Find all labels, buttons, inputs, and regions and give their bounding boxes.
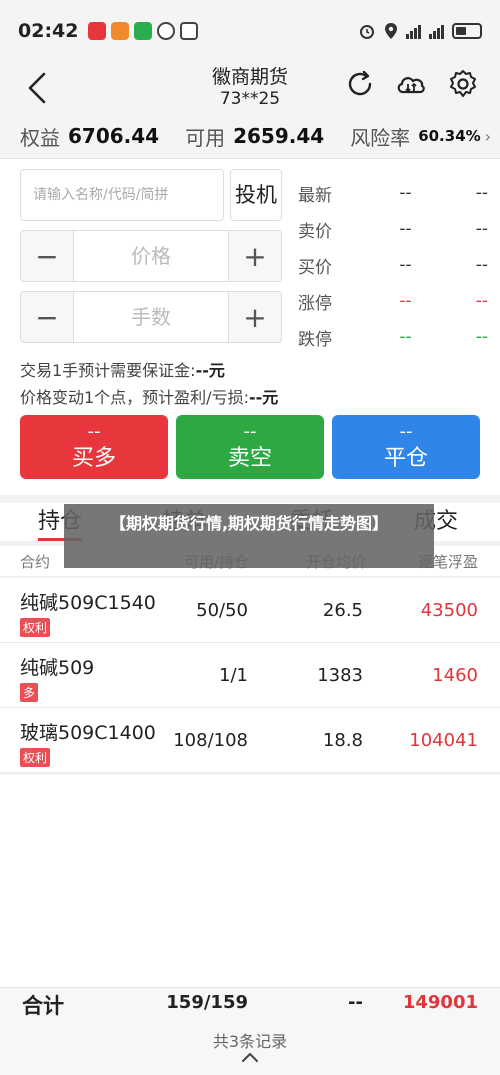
position-tag: 权利 xyxy=(20,618,51,637)
nfc-icon xyxy=(180,22,199,40)
app-header: 徽商期货 73**25 xyxy=(0,62,500,114)
floating-pl: 43500 xyxy=(420,600,478,621)
contract-name: 玻璃509C1400 xyxy=(20,722,156,744)
cloud-sync-icon[interactable] xyxy=(395,68,427,100)
chevron-up-icon[interactable] xyxy=(240,1050,260,1064)
price-stepper: − 价格 + xyxy=(20,230,282,282)
app-icon xyxy=(157,22,176,40)
battery-icon xyxy=(452,23,482,39)
signal-icon xyxy=(429,23,444,39)
table-row[interactable]: 玻璃509C1400 权利 108/108 18.8 104041 xyxy=(0,708,500,773)
quantity-input[interactable]: 手数 xyxy=(73,292,229,342)
buy-long-button[interactable]: -- 买多 xyxy=(20,415,168,479)
status-time: 02:42 xyxy=(18,20,79,42)
position-qty: 50/50 xyxy=(196,600,248,621)
signal-icon xyxy=(406,23,421,39)
order-panel: 请输入名称/代码/简拼 投机 − 价格 + − 手数 + 最新 -- -- 卖价… xyxy=(0,159,500,495)
floating-pl: 104041 xyxy=(409,730,478,751)
equity-value: 6706.44 xyxy=(68,124,160,148)
chevron-right-icon[interactable]: › xyxy=(485,127,491,146)
price-plus-button[interactable]: + xyxy=(229,231,281,281)
totals-footer: 合计 159/159 -- 149001 共3条记录 xyxy=(0,987,500,1075)
price-input[interactable]: 价格 xyxy=(73,231,229,281)
app-icon-orange xyxy=(111,22,130,40)
app-icon-red xyxy=(88,22,107,40)
speculation-mode-button[interactable]: 投机 xyxy=(230,169,282,221)
pnl-value: --元 xyxy=(248,388,279,407)
price-minus-button[interactable]: − xyxy=(21,231,73,281)
close-position-button[interactable]: -- 平仓 xyxy=(332,415,480,479)
available-label: 可用 xyxy=(185,125,226,150)
risk-label: 风险率 xyxy=(350,125,411,150)
qty-minus-button[interactable]: − xyxy=(21,292,73,342)
position-tag: 权利 xyxy=(20,748,51,767)
contract-name: 纯碱509C1540 xyxy=(20,592,156,614)
overlay-banner: 【期权期货行情,期权期货行情走势图】 xyxy=(64,504,434,568)
alarm-icon xyxy=(360,25,374,39)
open-price: 18.8 xyxy=(322,730,363,751)
contract-search-input[interactable]: 请输入名称/代码/简拼 xyxy=(20,169,224,221)
open-price: 26.5 xyxy=(322,600,363,621)
status-bar: 02:42 xyxy=(0,0,500,62)
total-qty: 159/159 xyxy=(166,992,248,1013)
quote-row: 卖价 -- -- xyxy=(298,219,488,242)
available-value: 2659.44 xyxy=(233,124,325,148)
contract-name: 纯碱509 xyxy=(20,657,95,679)
wechat-icon xyxy=(134,22,153,40)
open-price: 1383 xyxy=(317,665,363,686)
position-qty: 108/108 xyxy=(173,730,248,751)
pnl-info: 价格变动1个点，预计盈利/亏损:--元 xyxy=(20,388,279,407)
table-row[interactable]: 纯碱509C1540 权利 50/50 26.5 43500 xyxy=(0,578,500,643)
table-empty-area xyxy=(0,775,500,987)
risk-value[interactable]: 60.34% xyxy=(418,127,480,145)
account-summary: 权益 6706.44 可用 2659.44 风险率 60.34% › xyxy=(0,114,500,158)
settings-icon[interactable] xyxy=(447,68,479,100)
floating-pl: 1460 xyxy=(432,665,478,686)
total-pl: 149001 xyxy=(402,992,478,1013)
refresh-icon[interactable] xyxy=(344,68,376,100)
quote-row: 涨停 -- -- xyxy=(298,291,488,314)
location-icon xyxy=(385,23,397,39)
qty-plus-button[interactable]: + xyxy=(229,292,281,342)
equity-label: 权益 xyxy=(20,125,60,150)
margin-value: --元 xyxy=(195,361,225,380)
margin-info: 交易1手预计需要保证金:--元 xyxy=(20,361,225,380)
positions-table: 纯碱509C1540 权利 50/50 26.5 43500 纯碱509 多 1… xyxy=(0,578,500,773)
record-count: 共3条记录 xyxy=(212,1032,288,1051)
quote-panel: 最新 -- -- 卖价 -- -- 买价 -- -- 涨停 -- -- 跌停 -… xyxy=(298,175,488,355)
quote-row: 最新 -- -- xyxy=(298,183,488,206)
position-qty: 1/1 xyxy=(219,665,248,686)
quantity-stepper: − 手数 + xyxy=(20,291,282,343)
quote-row: 跌停 -- -- xyxy=(298,327,488,350)
table-row[interactable]: 纯碱509 多 1/1 1383 1460 xyxy=(0,643,500,708)
sell-short-button[interactable]: -- 卖空 xyxy=(176,415,324,479)
position-tag: 多 xyxy=(20,683,39,702)
total-price: -- xyxy=(348,992,363,1013)
total-label: 合计 xyxy=(22,994,64,1018)
quote-row: 买价 -- -- xyxy=(298,255,488,278)
